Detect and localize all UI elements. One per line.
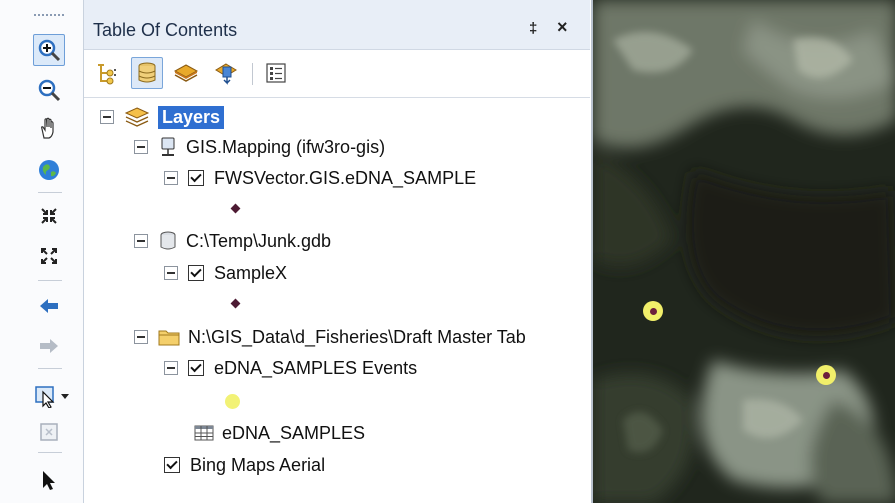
tree-row-layer-samplex[interactable]: SampleX bbox=[164, 258, 287, 288]
tools-toolbar bbox=[0, 0, 84, 503]
toolbar-separator bbox=[38, 280, 62, 281]
zoom-out-icon bbox=[38, 79, 61, 102]
tree-row-layer-edna-events[interactable]: eDNA_SAMPLES Events bbox=[164, 353, 417, 383]
table-label: eDNA_SAMPLES bbox=[222, 422, 366, 443]
select-elements-icon bbox=[43, 471, 55, 490]
collapse-toggle[interactable] bbox=[164, 171, 178, 185]
layer-visibility-checkbox[interactable] bbox=[188, 360, 204, 376]
panel-header: Table Of Contents ‡ × bbox=[84, 0, 590, 50]
tree-row-layer-fwsvector[interactable]: FWSVector.GIS.eDNA_SAMPLE bbox=[164, 163, 476, 193]
tree-row-layers[interactable]: Layers bbox=[100, 102, 225, 132]
source-label: GIS.Mapping (ifw3ro-gis) bbox=[186, 136, 386, 157]
visibility-icon bbox=[173, 64, 199, 82]
toolbar-separator bbox=[252, 63, 253, 85]
map-point-marker[interactable] bbox=[816, 365, 836, 385]
close-icon[interactable]: × bbox=[557, 17, 568, 38]
zoom-in-icon bbox=[38, 39, 61, 62]
back-extent-tool[interactable] bbox=[33, 290, 65, 322]
geodatabase-icon bbox=[158, 230, 178, 252]
zoom-in-tool[interactable] bbox=[33, 34, 65, 66]
folder-icon bbox=[158, 327, 180, 347]
point-symbol-icon bbox=[225, 394, 240, 409]
toolbar-separator bbox=[38, 192, 62, 193]
layers-icon bbox=[124, 106, 150, 128]
layer-label: eDNA_SAMPLES Events bbox=[214, 357, 418, 378]
back-extent-icon bbox=[40, 299, 58, 313]
pan-icon bbox=[41, 117, 54, 139]
forward-extent-icon bbox=[40, 339, 58, 353]
pan-tool[interactable] bbox=[33, 112, 65, 144]
selection-icon bbox=[215, 63, 237, 85]
map-point-marker[interactable] bbox=[643, 301, 663, 321]
collapse-toggle[interactable] bbox=[134, 140, 148, 154]
toolbar-separator bbox=[38, 368, 62, 369]
tree-row-source-gis-mapping[interactable]: GIS.Mapping (ifw3ro-gis) bbox=[134, 132, 385, 162]
database-connection-icon bbox=[158, 136, 178, 158]
collapse-toggle[interactable] bbox=[164, 266, 178, 280]
map-view[interactable] bbox=[591, 0, 895, 503]
clear-selection-icon bbox=[40, 423, 58, 441]
list-by-source-button[interactable] bbox=[131, 57, 163, 89]
list-by-drawing-order-button[interactable] bbox=[92, 57, 124, 89]
fixed-zoom-out-tool[interactable] bbox=[33, 240, 65, 272]
full-extent-icon bbox=[39, 160, 59, 180]
tree-row-basemap[interactable]: Bing Maps Aerial bbox=[164, 450, 325, 480]
tree-row-table-edna-samples[interactable]: eDNA_SAMPLES bbox=[194, 418, 365, 448]
tree-row-source-junk-gdb[interactable]: C:\Temp\Junk.gdb bbox=[134, 226, 331, 256]
pin-icon[interactable]: ‡ bbox=[529, 20, 537, 37]
source-icon bbox=[138, 62, 156, 83]
list-by-visibility-button[interactable] bbox=[170, 57, 202, 89]
collapse-toggle[interactable] bbox=[134, 234, 148, 248]
collapse-toggle[interactable] bbox=[100, 110, 114, 124]
list-by-selection-button[interactable] bbox=[210, 57, 242, 89]
zoom-out-tool[interactable] bbox=[33, 74, 65, 106]
tree-row-source-folder[interactable]: N:\GIS_Data\d_Fisheries\Draft Master Tab bbox=[134, 322, 526, 352]
clear-selection-tool[interactable] bbox=[33, 416, 65, 448]
table-of-contents-panel: Table Of Contents ‡ × Layers GIS.Mapping… bbox=[84, 0, 590, 503]
options-button[interactable] bbox=[260, 57, 292, 89]
basemap-label: Bing Maps Aerial bbox=[190, 454, 326, 475]
forward-extent-tool[interactable] bbox=[33, 330, 65, 362]
panel-title: Table Of Contents bbox=[93, 20, 238, 40]
drawing-order-icon bbox=[98, 64, 116, 85]
table-icon bbox=[194, 424, 214, 442]
layer-tree: Layers GIS.Mapping (ifw3ro-gis) FWSVecto… bbox=[84, 97, 590, 503]
layer-label: FWSVector.GIS.eDNA_SAMPLE bbox=[214, 167, 477, 188]
fixed-zoom-in-tool[interactable] bbox=[33, 200, 65, 232]
select-elements-tool[interactable] bbox=[33, 464, 65, 496]
point-symbol-icon bbox=[230, 203, 241, 214]
layer-visibility-checkbox[interactable] bbox=[188, 170, 204, 186]
toolbar-grip[interactable] bbox=[34, 14, 64, 17]
layer-visibility-checkbox[interactable] bbox=[188, 265, 204, 281]
fixed-zoom-out-icon bbox=[41, 248, 57, 264]
select-features-tool[interactable] bbox=[30, 380, 72, 412]
layer-label: SampleX bbox=[214, 262, 288, 283]
collapse-toggle[interactable] bbox=[164, 361, 178, 375]
options-icon bbox=[266, 63, 286, 83]
chevron-down-icon bbox=[60, 394, 69, 399]
toc-toolbar bbox=[84, 51, 590, 95]
toolbar-separator bbox=[38, 452, 62, 453]
full-extent-tool[interactable] bbox=[33, 154, 65, 186]
source-label: C:\Temp\Junk.gdb bbox=[186, 230, 332, 251]
aerial-imagery bbox=[593, 0, 895, 503]
point-symbol-icon bbox=[230, 298, 241, 309]
collapse-toggle[interactable] bbox=[134, 330, 148, 344]
layer-visibility-checkbox[interactable] bbox=[164, 457, 180, 473]
select-features-icon bbox=[34, 386, 54, 408]
source-label: N:\GIS_Data\d_Fisheries\Draft Master Tab bbox=[188, 326, 526, 347]
fixed-zoom-in-icon bbox=[41, 208, 57, 224]
layers-label[interactable]: Layers bbox=[158, 105, 225, 129]
